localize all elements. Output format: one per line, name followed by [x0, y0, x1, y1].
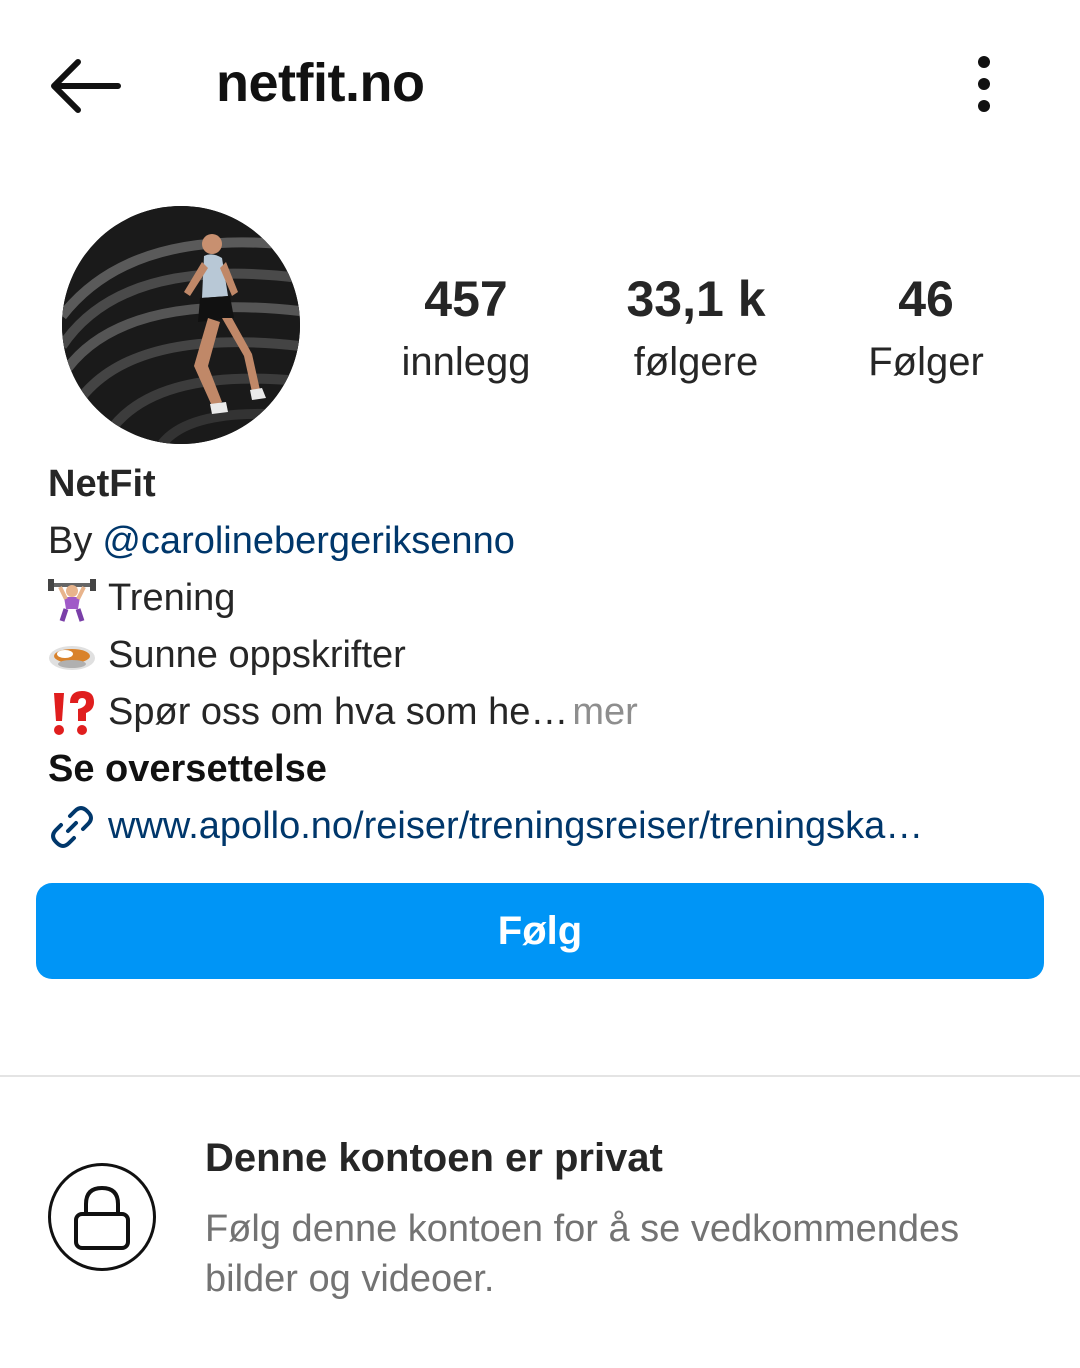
curry-bowl-emoji	[49, 645, 95, 670]
profile-avatar[interactable]	[62, 206, 300, 444]
bio-line-text: Spør oss om hva som he…	[108, 691, 569, 733]
more-link[interactable]: mer	[572, 684, 637, 741]
bio-line-training: Trening	[48, 570, 1048, 627]
bio-line-questions: Spør oss om hva som he… mer	[48, 684, 1048, 741]
arrow-left-icon	[51, 59, 121, 113]
avatar-photo	[62, 206, 300, 444]
display-name: NetFit	[48, 463, 156, 505]
link-icon	[51, 805, 93, 848]
by-prefix: By	[48, 520, 93, 562]
following-label: Følger	[868, 340, 984, 384]
more-options-button[interactable]	[962, 52, 1006, 116]
bio-line-recipes: Sunne oppskrifter	[48, 627, 1048, 684]
private-account-subtitle: Følg denne kontoen for å se vedkommendes…	[205, 1208, 960, 1300]
stat-following[interactable]: 46 Følger	[816, 268, 1036, 388]
lock-icon	[74, 1185, 130, 1250]
profile-bio: NetFit By @carolinebergeriksenno Trening	[48, 456, 1048, 855]
followers-count: 33,1 k	[626, 271, 766, 327]
website-url: www.apollo.no/reiser/treningsreiser/tren…	[108, 805, 924, 847]
exclamation-question-emoji	[54, 690, 94, 735]
website-link[interactable]: www.apollo.no/reiser/treningsreiser/tren…	[48, 798, 1048, 855]
top-bar: netfit.no	[0, 0, 1080, 170]
see-translation-link[interactable]: Se oversettelse	[48, 741, 1048, 798]
section-divider	[0, 1075, 1080, 1077]
back-button[interactable]	[44, 54, 124, 118]
posts-count: 457	[424, 271, 508, 327]
bio-line-text: Sunne oppskrifter	[108, 634, 406, 676]
weightlifter-emoji	[48, 578, 96, 622]
private-account-badge	[48, 1163, 156, 1271]
followers-label: følgere	[633, 340, 759, 384]
bio-by-line: By @carolinebergeriksenno	[48, 513, 1048, 570]
posts-label: innlegg	[401, 340, 531, 384]
follow-button[interactable]: Følg	[36, 883, 1044, 979]
more-vertical-icon	[978, 56, 990, 112]
mention-link[interactable]: @carolinebergeriksenno	[102, 513, 514, 570]
stat-posts[interactable]: 457 innlegg	[356, 268, 576, 388]
profile-page: netfit.no 457 innlegg 33,1 k følgere 46 …	[0, 0, 1080, 1368]
private-account-title: Denne kontoen er privat	[205, 1136, 663, 1180]
following-count: 46	[898, 271, 954, 327]
bio-line-text: Trening	[108, 577, 236, 619]
profile-username: netfit.no	[216, 53, 425, 113]
stat-followers[interactable]: 33,1 k følgere	[586, 268, 806, 388]
